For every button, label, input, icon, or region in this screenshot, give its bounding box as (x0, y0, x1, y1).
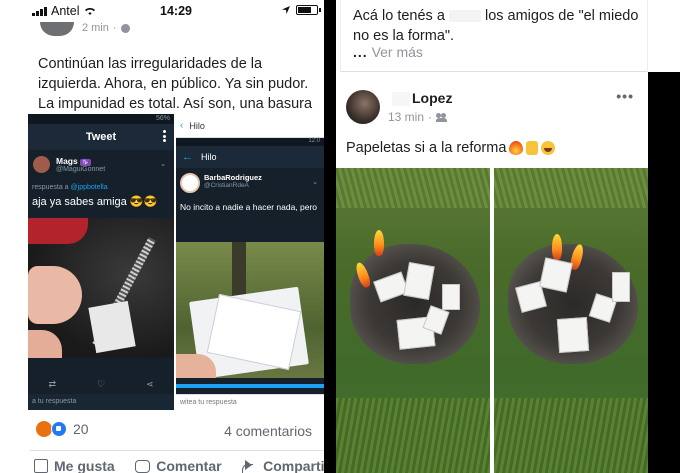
laughing-emoji-icon (541, 141, 556, 155)
tweet-text: aja ya sabes amiga 😎😎 (32, 196, 158, 208)
burning-ballots-photo-2[interactable] (494, 168, 648, 473)
embedded-battery-text: 56% (155, 115, 170, 122)
tweet-header-title: Tweet (85, 131, 117, 143)
tweet-user-row: Mags ♑ @MaguiGonnet ⌄ (28, 150, 174, 184)
tweet-user-name: Mags ♑ (56, 156, 92, 166)
more-options-icon[interactable]: ••• (616, 88, 634, 104)
thread-body: ← Hilo BarbaRodriguez @CristianRdeA ⌄ No… (176, 146, 324, 386)
reaction-count: 20 (73, 421, 89, 437)
post-caption: Papeletas si a la reforma (346, 140, 556, 156)
thread-app-title: Hilo (189, 120, 205, 131)
tweet-reply-compose: witea tu respuesta (176, 394, 324, 410)
carrier-name: Antel (51, 4, 80, 18)
status-bar: Antel 14:29 (0, 0, 330, 22)
avatar[interactable] (40, 22, 74, 36)
avatar (33, 156, 50, 173)
progress-bar (176, 384, 324, 388)
post-container: Lopez 13 min · ••• Papeletas si a la ref… (336, 72, 680, 473)
reply-to-handle: @jppbotella (70, 184, 108, 191)
post-actions: Me gusta Comentar Compartir (34, 458, 330, 473)
tweet-user-row: BarbaRodriguez @CristianRdeA ⌄ (176, 168, 324, 200)
previous-post-excerpt: Acá lo tenés a los amigos de "el miedo n… (340, 0, 648, 72)
thread-title: Hilo (201, 152, 217, 162)
tweet-user-handle: @CristianRdeA (204, 182, 249, 189)
tweet-user-handle: @MaguiGonnet (56, 166, 106, 173)
post-meta: 2 min · (82, 22, 130, 34)
embedded-status-bar: 56% (28, 114, 174, 124)
burning-ballots-photo-1[interactable] (336, 168, 490, 473)
chevron-down-icon: ⌄ (312, 179, 318, 186)
avatar[interactable] (346, 90, 380, 124)
embedded-tweet-screenshot-1[interactable]: 56% Tweet Mags ♑ @MaguiGonnet ⌄ respuesta… (28, 114, 174, 410)
embedded-status-bar: 12:0 (176, 138, 324, 146)
angry-reaction-icon (36, 421, 52, 437)
tweet-user-name: BarbaRodriguez (204, 173, 262, 182)
reply-to-line: respuesta a @jppbotella (32, 184, 108, 191)
thumbs-up-icon (34, 459, 48, 473)
share-button[interactable]: Compartir (242, 458, 330, 473)
reactions-summary[interactable]: 20 (36, 421, 89, 437)
friends-audience-icon (436, 112, 448, 122)
comment-label: Comentar (156, 458, 222, 473)
back-arrow-icon: ← (182, 151, 193, 163)
redacted-name (448, 10, 481, 23)
left-facebook-post-panel: Antel 14:29 2 min · Continúan las irregu… (0, 0, 330, 473)
like-label: Me gusta (54, 458, 115, 473)
share-label: Compartir (263, 458, 330, 473)
back-arrow-icon: ‹ (180, 120, 184, 131)
post-timestamp[interactable]: 2 min (82, 22, 109, 34)
excerpt-text: Acá lo tenés a los amigos de "el miedo n… (353, 8, 639, 44)
post-header: 2 min · (40, 22, 160, 40)
post-author[interactable]: Lopez (412, 90, 452, 106)
zodiac-badge-icon: ♑ (79, 159, 92, 166)
tweet-text: No incito a nadie a hacer nada, pero (180, 202, 318, 212)
location-arrow-icon (282, 6, 290, 14)
battery-icon (296, 5, 321, 15)
tweet-reply-compose: a tu respuesta (28, 394, 174, 410)
post-timestamp[interactable]: 13 min (388, 110, 424, 124)
embedded-tweet-screenshot-2[interactable]: ‹ Hilo 12:0 ← Hilo BarbaRodriguez @Crist… (176, 114, 324, 410)
post-text: Continúan las irregularidades de la izqu… (38, 56, 313, 112)
kebab-icon (163, 130, 166, 142)
tweet-actions: ⇄ ♡ ⋖ (28, 376, 174, 392)
globe-icon (120, 23, 130, 33)
screenshot-collage: Antel 14:29 2 min · Continúan las irregu… (0, 0, 680, 473)
share-icon: ⋖ (145, 378, 154, 389)
comment-icon (135, 459, 151, 473)
carrier-group: Antel (32, 4, 96, 18)
share-arrow-icon (242, 459, 257, 473)
ballots-in-hand-photo (176, 242, 324, 386)
retweet-icon: ⇄ (48, 378, 57, 389)
clock: 14:29 (160, 4, 192, 18)
status-icons (281, 5, 321, 15)
thumbs-up-emoji-icon (526, 141, 539, 155)
comments-count-link[interactable]: 4 comentarios (224, 423, 312, 439)
facebook-post: Lopez 13 min · ••• Papeletas si a la ref… (336, 72, 648, 473)
like-button[interactable]: Me gusta (34, 458, 115, 473)
signal-strength-icon (32, 6, 47, 16)
thread-header: ← Hilo (176, 146, 324, 168)
tweet-header: Tweet (28, 124, 174, 150)
post-meta: 13 min · (388, 110, 448, 124)
fire-emoji-icon (509, 141, 524, 155)
thread-app-bar: ‹ Hilo (176, 114, 324, 138)
avatar (180, 173, 200, 193)
redacted-name (392, 92, 410, 106)
right-facebook-post-panel: Acá lo tenés a los amigos de "el miedo n… (336, 0, 680, 473)
like-reaction-icon (51, 421, 67, 437)
bag-with-ballots-photo (28, 218, 174, 358)
see-more-link[interactable]: ... Ver más (353, 44, 423, 60)
comment-button[interactable]: Comentar (135, 458, 222, 473)
chevron-down-icon: ⌄ (160, 161, 166, 168)
heart-icon: ♡ (96, 378, 106, 389)
divider (30, 450, 324, 451)
wifi-icon (84, 7, 95, 15)
separator-strip (324, 0, 336, 473)
